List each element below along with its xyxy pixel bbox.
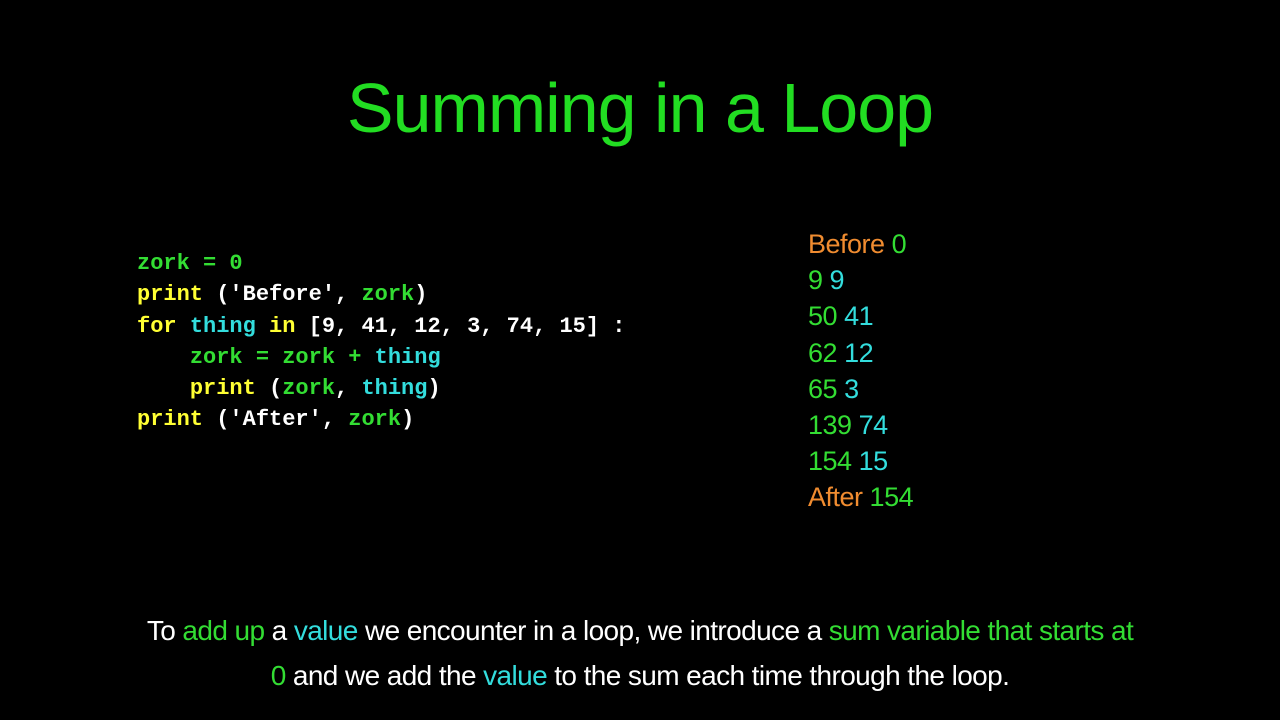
caption: To add up a value we encounter in a loop… <box>0 608 1280 698</box>
output-thing: 9 <box>829 265 845 296</box>
code-line-3: for thing in [9, 41, 12, 3, 74, 15] : <box>137 314 626 339</box>
keyword-token: print <box>137 282 204 308</box>
var-token: thing <box>189 313 256 339</box>
output-sum: 62 <box>808 337 838 368</box>
output-line: 65 3 <box>808 371 913 407</box>
caption-highlight: sum variable that starts at <box>828 615 1134 646</box>
op-token: = <box>242 344 283 370</box>
output-thing: 12 <box>844 337 874 368</box>
code-line-2: print ('Before', zork) <box>137 282 427 307</box>
keyword-token: for <box>137 313 177 339</box>
caption-highlight: value <box>293 615 359 646</box>
caption-highlight: add up <box>182 615 265 646</box>
list-token: [9, 41, 12, 3, 74, 15] : <box>295 313 626 339</box>
output-value: 154 <box>869 482 914 513</box>
var-token: zork <box>282 344 336 370</box>
code-line-1: zork = 0 <box>137 251 243 276</box>
var-token: thing <box>361 376 428 402</box>
output-thing: 15 <box>858 446 889 477</box>
output-line: 50 41 <box>808 298 913 334</box>
op-token: + <box>335 344 375 370</box>
text-token: ) <box>427 376 441 402</box>
output-sum: 154 <box>808 446 852 477</box>
text-token: ) <box>414 282 428 308</box>
keyword-token: print <box>137 407 204 433</box>
var-token: thing <box>374 344 441 370</box>
output-line: After 154 <box>808 479 914 515</box>
text-token: , <box>335 376 362 402</box>
text-token: ( <box>255 376 283 402</box>
output-sum: 139 <box>808 410 852 441</box>
code-line-6: print ('After', zork) <box>137 407 414 432</box>
output-line: 154 15 <box>808 443 913 479</box>
caption-text: and we add the <box>285 660 484 691</box>
caption-text: a <box>264 615 294 646</box>
var-token: zork <box>361 282 415 308</box>
code-line-4: zork = zork + thing <box>137 345 441 370</box>
output-thing: 41 <box>844 301 874 332</box>
caption-highlight: value <box>483 660 548 691</box>
var-token: zork <box>282 376 336 402</box>
output-label: After <box>808 482 863 513</box>
caption-highlight: 0 <box>270 660 287 691</box>
var-token: zork <box>189 344 243 370</box>
var-token: zork <box>137 251 190 276</box>
var-token: zork <box>348 407 402 433</box>
output-line: 62 12 <box>808 335 913 371</box>
output-thing: 74 <box>858 410 889 441</box>
slide-title: Summing in a Loop <box>346 69 934 147</box>
output-sum: 65 <box>808 373 838 404</box>
output-line: 9 9 <box>808 262 913 298</box>
op-token: = <box>189 251 230 276</box>
output-line: 139 74 <box>808 407 913 443</box>
output-sum: 9 <box>808 265 823 296</box>
num-token: 0 <box>229 251 243 276</box>
output-label: Before <box>808 229 885 259</box>
keyword-token: in <box>269 313 296 339</box>
output-thing: 3 <box>844 373 859 404</box>
output-line: Before 0 <box>808 226 913 262</box>
output-sum: 50 <box>808 301 838 332</box>
text-token: ) <box>401 407 415 433</box>
code-line-5: print (zork, thing) <box>137 376 441 401</box>
code-block: zork = 0 print ('Before', zork) for thin… <box>137 248 626 436</box>
caption-text: to the sum each time through the loop. <box>547 660 1010 691</box>
text-token: ('Before', <box>203 282 362 308</box>
caption-text: we encounter in a loop, we introduce a <box>357 615 829 646</box>
keyword-token: print <box>189 376 256 402</box>
text-token: ('After', <box>203 407 349 433</box>
caption-text: To <box>146 615 183 646</box>
program-output: Before 0 9 9 50 41 62 12 65 3 139 74 154… <box>808 226 914 516</box>
output-value: 0 <box>891 229 907 259</box>
